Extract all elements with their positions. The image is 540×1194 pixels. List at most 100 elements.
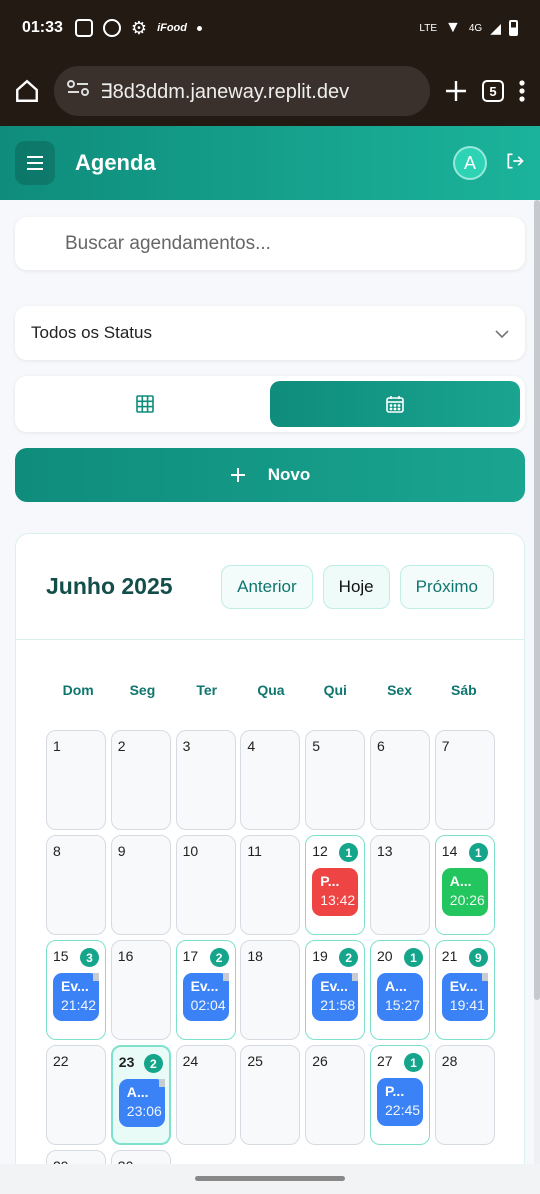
site-settings-icon[interactable] [66, 78, 90, 104]
calendar-day-cell[interactable]: 1 [46, 730, 106, 830]
event-chip[interactable]: Ev... 02:04 [182, 973, 229, 1021]
day-number: 10 [182, 843, 199, 859]
day-number: 14 [441, 843, 458, 859]
main-content: Buscar agendamentos... Todos os Status N… [0, 200, 534, 1164]
page-scrollbar[interactable] [534, 200, 540, 1164]
calendar-day-cell[interactable]: 29 [46, 1150, 106, 1164]
menu-button[interactable] [15, 141, 55, 185]
home-icon[interactable] [14, 78, 40, 104]
event-chip[interactable]: Ev... 21:42 [53, 973, 99, 1021]
calendar-day-cell[interactable]: 5 [305, 730, 366, 830]
event-chip[interactable]: Ev... 21:58 [312, 973, 359, 1021]
calendar-day-cell[interactable]: 27 1 P... 22:45 [370, 1045, 430, 1145]
calendar-day-cell[interactable]: 19 2 Ev... 21:58 [305, 940, 366, 1040]
day-number: 12 [312, 843, 328, 859]
ifood-icon: iFood [157, 22, 187, 34]
view-toggle [15, 376, 525, 432]
more-events-marker [158, 1079, 165, 1087]
calendar-day-cell[interactable]: 9 [110, 835, 171, 935]
table-icon [136, 395, 154, 413]
weekday-label: Dom [62, 682, 94, 698]
network-label: 4G [468, 22, 483, 34]
calendar-day-cell[interactable]: 23 2 A... 23:06 [110, 1045, 171, 1145]
calendar-icon [386, 396, 404, 413]
next-month-button[interactable]: Próximo [399, 564, 494, 609]
event-title: P... [385, 1083, 405, 1099]
today-button[interactable]: Hoje [322, 564, 390, 609]
event-title: A... [385, 978, 407, 994]
event-count-badge: 1 [404, 948, 423, 967]
weekday-label: Qua [257, 682, 285, 698]
app-notification-icon [102, 19, 121, 37]
event-chip[interactable]: A... 23:06 [118, 1079, 165, 1127]
calendar-day-cell[interactable]: 16 [110, 940, 171, 1040]
calendar-day-cell[interactable]: 14 1 A... 20:26 [434, 835, 495, 935]
event-chip[interactable]: A... 15:27 [377, 973, 423, 1021]
browser-toolbar: ∃8d3ddm.janeway.replit.dev 5 [0, 56, 540, 126]
event-count-badge: 2 [143, 1054, 163, 1073]
weekday-label: Qui [323, 682, 347, 698]
calendar-day-cell[interactable]: 25 [240, 1045, 301, 1145]
user-avatar[interactable]: A [453, 146, 487, 180]
home-indicator[interactable] [195, 1176, 345, 1181]
calendar-card: Junho 2025 Anterior Hoje Próximo Dom Seg… [15, 533, 525, 1164]
search-input[interactable]: Buscar agendamentos... [15, 217, 525, 270]
month-title: Junho 2025 [46, 573, 173, 599]
calendar-day-cell[interactable]: 20 1 A... 15:27 [370, 940, 430, 1040]
calendar-day-cell[interactable]: 13 [370, 835, 430, 935]
calendar-day-cell[interactable]: 3 [175, 730, 236, 830]
event-chip[interactable]: P... 13:42 [312, 868, 359, 916]
event-time: 13:42 [320, 892, 356, 908]
day-number: 15 [53, 948, 69, 964]
calendar-day-cell[interactable]: 22 [46, 1045, 106, 1145]
event-time: 02:04 [190, 997, 226, 1013]
day-number: 13 [377, 843, 393, 859]
calendar-day-cell[interactable]: 7 [434, 730, 495, 830]
day-number: 6 [377, 738, 385, 754]
calendar-day-cell[interactable]: 6 [370, 730, 430, 830]
calendar-day-cell[interactable]: 17 2 Ev... 02:04 [175, 940, 236, 1040]
calendar-day-cell[interactable]: 26 [305, 1045, 366, 1145]
calendar-day-cell[interactable]: 18 [240, 940, 301, 1040]
logout-icon[interactable] [505, 151, 525, 176]
new-tab-icon[interactable] [444, 79, 468, 103]
new-appointment-button[interactable]: Novo [15, 448, 525, 502]
day-number: 20 [377, 948, 393, 964]
browser-menu-icon[interactable] [518, 79, 526, 103]
calendar-day-cell[interactable]: 10 [175, 835, 236, 935]
calendar-view-button[interactable] [270, 381, 520, 427]
day-number: 17 [182, 948, 199, 964]
calendar-day-cell[interactable]: 24 [175, 1045, 236, 1145]
more-events-marker [481, 973, 488, 981]
calendar-day-cell[interactable]: 21 9 Ev... 19:41 [434, 940, 495, 1040]
calendar-day-cell[interactable]: 2 [110, 730, 171, 830]
day-number: 26 [312, 1053, 328, 1069]
status-bar: 01:33 ⚙ iFood LTE ▼ 4G ◢ [0, 0, 540, 56]
day-number: 28 [441, 1053, 458, 1069]
url-text[interactable]: ∃8d3ddm.janeway.replit.dev [100, 79, 349, 104]
calendar-day-cell[interactable]: 8 [46, 835, 106, 935]
day-number: 2 [117, 738, 126, 754]
day-number: 5 [312, 738, 320, 754]
calendar-day-cell[interactable]: 30 [110, 1150, 171, 1164]
hamburger-icon [27, 156, 43, 170]
day-number: 22 [53, 1053, 69, 1069]
previous-month-button[interactable]: Anterior [221, 564, 313, 609]
app-title: Agenda [75, 150, 156, 175]
event-chip[interactable]: A... 20:26 [441, 868, 488, 916]
day-number: 27 [377, 1053, 393, 1069]
grid-view-button[interactable] [20, 381, 270, 427]
tab-switcher-button[interactable]: 5 [482, 80, 504, 102]
calendar-day-cell[interactable]: 12 1 P... 13:42 [305, 835, 366, 935]
url-bar[interactable]: ∃8d3ddm.janeway.replit.dev [54, 66, 430, 116]
day-number: 11 [247, 843, 262, 859]
scrollbar-thumb[interactable] [534, 200, 540, 1000]
calendar-day-cell[interactable]: 15 3 Ev... 21:42 [46, 940, 106, 1040]
calendar-day-cell[interactable]: 4 [240, 730, 301, 830]
calendar-day-cell[interactable]: 11 [240, 835, 301, 935]
event-chip[interactable]: Ev... 19:41 [441, 973, 488, 1021]
day-number: 1 [53, 738, 61, 754]
calendar-day-cell[interactable]: 28 [434, 1045, 495, 1145]
event-chip[interactable]: P... 22:45 [377, 1078, 423, 1126]
status-filter-select[interactable]: Todos os Status [15, 306, 525, 360]
